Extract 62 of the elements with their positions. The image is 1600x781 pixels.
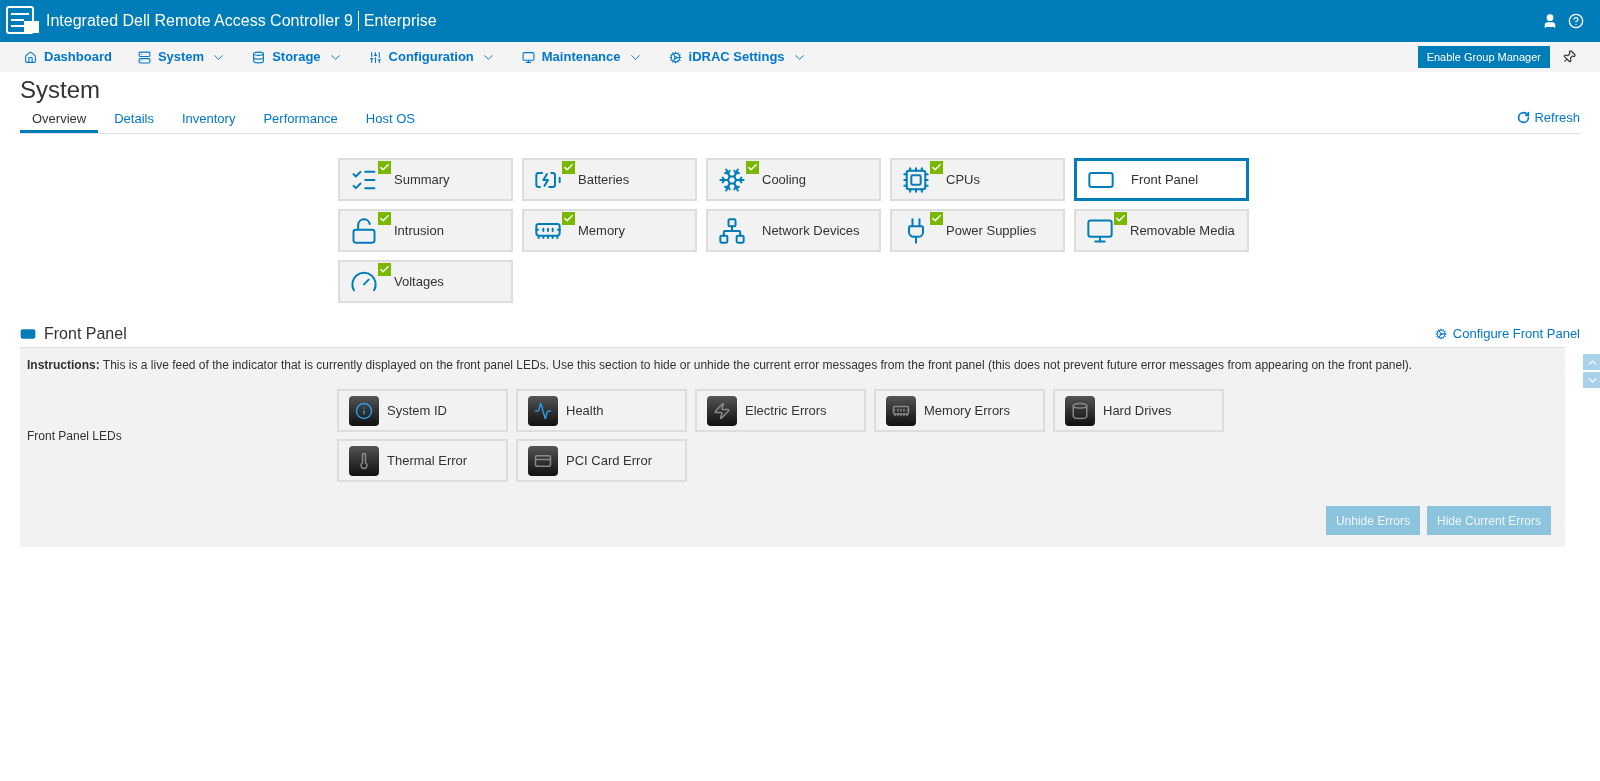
refresh-link[interactable]: Refresh	[1517, 108, 1580, 133]
nav-menu-item[interactable]: iDRAC Settings	[668, 47, 807, 67]
nav-menu-item[interactable]: Configuration	[368, 47, 496, 67]
led-tile: System ID	[337, 389, 508, 432]
category-tile[interactable]: Voltages	[338, 260, 513, 303]
edition-label: Enterprise	[363, 11, 437, 31]
check-badge-icon	[562, 212, 575, 225]
category-tile[interactable]: Batteries	[522, 158, 697, 201]
check-badge-icon	[378, 161, 391, 174]
sliders-icon	[368, 50, 382, 64]
front-panel-leds-label: Front Panel LEDs	[27, 427, 123, 445]
led-tile: Health	[516, 389, 687, 432]
category-tile[interactable]: Front Panel	[1074, 158, 1249, 201]
configure-front-panel-link[interactable]: Configure Front Panel	[1434, 324, 1580, 344]
category-tile[interactable]: Summary	[338, 158, 513, 201]
category-tile[interactable]: Intrusion	[338, 209, 513, 252]
server-logo-icon	[6, 6, 40, 36]
check-badge-icon	[562, 161, 575, 174]
category-tile[interactable]: Cooling	[706, 158, 881, 201]
chip-icon	[902, 165, 930, 194]
category-tile[interactable]: Power Supplies	[890, 209, 1065, 252]
instructions-text: Instructions: This is a live feed of the indicator that is currently displayed on the front panel LEDs. Use this section to hide or unhide the current error messages from the front panel (this does not prevent future error messages from appearing on the front panel).	[27, 357, 1414, 374]
tab[interactable]: Details	[102, 108, 166, 133]
tab[interactable]: Performance	[251, 108, 350, 133]
database-icon	[252, 50, 266, 64]
gear-icon	[1434, 328, 1447, 340]
nav-menu-item[interactable]: System	[137, 47, 227, 67]
nav-menu-item[interactable]: Storage	[252, 47, 343, 67]
check-badge-icon	[378, 263, 391, 276]
home-icon	[24, 50, 37, 64]
check-badge-icon	[1114, 212, 1127, 225]
refresh-icon	[1517, 111, 1531, 124]
led-tile: Thermal Error	[337, 439, 508, 482]
app-title: Integrated Dell Remote Access Controller 9	[46, 11, 353, 31]
network-card-icon	[718, 216, 746, 245]
check-badge-icon	[930, 161, 943, 174]
user-icon[interactable]	[1542, 13, 1558, 29]
category-tile[interactable]: Memory	[522, 209, 697, 252]
page-title: System	[20, 75, 101, 105]
check-badge-icon	[378, 212, 391, 225]
panel-icon	[20, 326, 36, 342]
led-tile: PCI Card Error	[516, 439, 687, 482]
led-tile: Memory Errors	[874, 389, 1045, 432]
server-icon	[137, 50, 151, 64]
tab[interactable]: Host OS	[353, 108, 427, 133]
monitor-icon	[521, 50, 535, 64]
nav-menu-item[interactable]: Dashboard	[24, 47, 112, 67]
tab[interactable]: Overview	[20, 108, 99, 133]
nav-menu-item[interactable]: Maintenance	[521, 47, 643, 67]
enable-group-manager-button[interactable]: Enable Group Manager	[1417, 46, 1550, 68]
section-title: Front Panel	[44, 324, 127, 344]
category-tile[interactable]: CPUs	[890, 158, 1065, 201]
category-tile[interactable]: Network Devices	[706, 209, 881, 252]
help-icon[interactable]	[1568, 13, 1584, 29]
led-tile: Hard Drives	[1053, 389, 1224, 432]
led-tile: Electric Errors	[695, 389, 866, 432]
cogs-icon	[668, 50, 682, 64]
category-tile[interactable]: Removable Media	[1074, 209, 1249, 252]
check-badge-icon	[746, 161, 759, 174]
unlocked-padlock-icon	[350, 216, 378, 245]
check-badge-icon	[930, 212, 943, 225]
tab[interactable]: Inventory	[169, 108, 248, 133]
